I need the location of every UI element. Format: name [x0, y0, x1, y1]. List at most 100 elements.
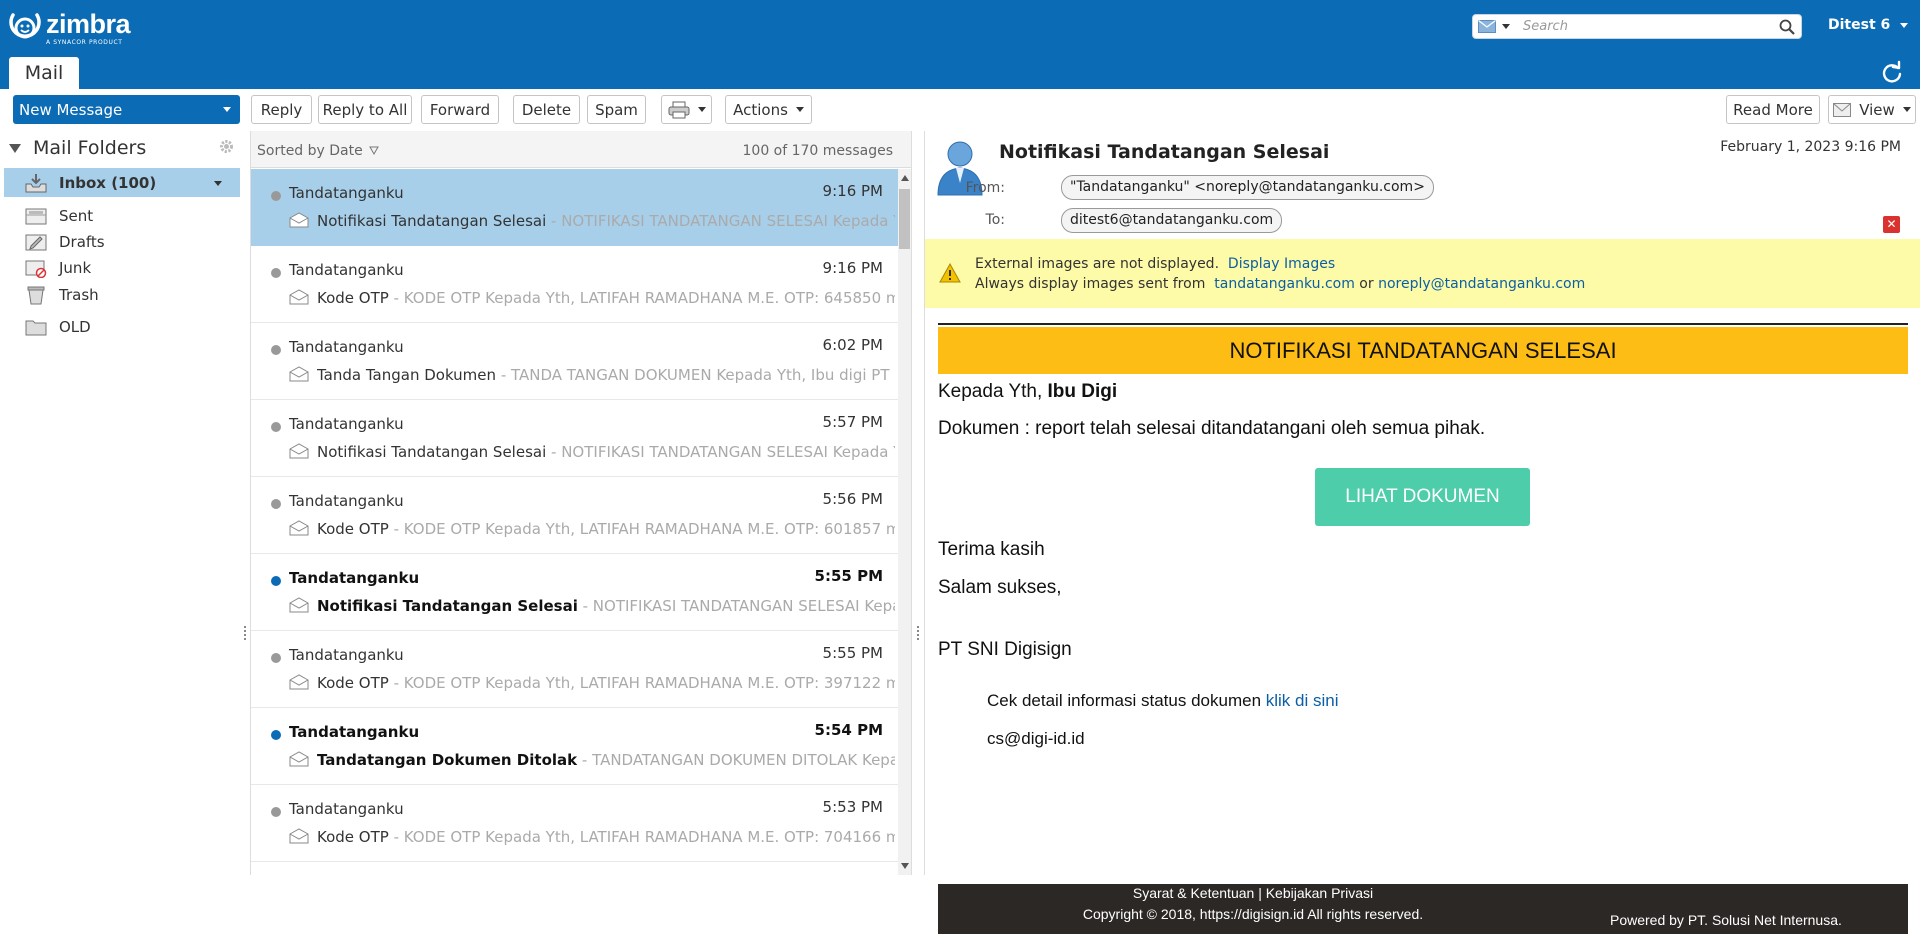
reply-button[interactable]: Reply	[251, 95, 312, 124]
to-address[interactable]: ditest6@tandatanganku.com	[1061, 208, 1283, 233]
refresh-icon[interactable]	[1880, 60, 1904, 84]
read-dot-icon[interactable]	[271, 345, 281, 355]
splitter-grip[interactable]	[917, 626, 919, 640]
message-time: 5:57 PM	[822, 413, 883, 431]
zimbra-logo[interactable]: zimbra A SYNACOR PRODUCT	[7, 11, 131, 51]
splitter-grip[interactable]	[244, 626, 246, 640]
always-display-domain-link[interactable]: tandatanganku.com	[1214, 276, 1355, 292]
scroll-up-arrow-icon[interactable]	[901, 175, 909, 181]
folder-trash[interactable]: Trash	[4, 280, 240, 309]
from-address[interactable]: "Tandatanganku" <noreply@tandatanganku.c…	[1061, 175, 1434, 200]
message-sender: Tandatanganku	[289, 415, 404, 433]
read-more-label: Read More	[1733, 100, 1813, 119]
spam-button[interactable]: Spam	[587, 95, 646, 124]
user-menu[interactable]: Ditest 6	[1828, 17, 1909, 33]
message-time: 9:16 PM	[822, 259, 883, 277]
message-time: 9:16 PM	[822, 182, 883, 200]
tab-mail[interactable]: Mail	[9, 57, 79, 90]
message-rows: Tandatanganku 9:16 PM Notifikasi Tandatang…	[251, 169, 898, 875]
unread-dot-icon[interactable]	[271, 730, 281, 740]
reply-all-button[interactable]: Reply to All	[318, 95, 412, 124]
print-button[interactable]	[661, 95, 712, 124]
read-dot-icon[interactable]	[271, 191, 281, 201]
close-notice-icon[interactable]: ✕	[1883, 216, 1900, 233]
footer-links[interactable]: Syarat & Ketentuan | Kebijakan Privasi	[938, 885, 1568, 901]
folder-old[interactable]: OLD	[4, 312, 240, 341]
forward-button[interactable]: Forward	[421, 95, 499, 124]
message-time: 5:55 PM	[814, 567, 883, 585]
read-dot-icon[interactable]	[271, 499, 281, 509]
right-splitter[interactable]	[914, 131, 922, 875]
folder-icon	[25, 317, 47, 337]
message-sender: Tandatanganku	[289, 800, 404, 818]
display-images-link[interactable]: Display Images	[1228, 256, 1335, 272]
read-more-button[interactable]: Read More	[1726, 95, 1820, 124]
search-icon[interactable]	[1779, 19, 1795, 35]
message-row[interactable]: Tandatanganku 5:54 PM Tandatangan Dokumen …	[251, 708, 898, 785]
warning-icon	[939, 263, 961, 283]
chevron-down-icon[interactable]	[223, 107, 231, 112]
email-footer: Syarat & Ketentuan | Kebijakan Privasi C…	[938, 884, 1908, 934]
message-row[interactable]: Tandatanganku 5:55 PM Kode OTP - KODE OTP …	[251, 631, 898, 708]
chevron-down-icon	[1902, 107, 1911, 112]
message-time: 5:53 PM	[822, 798, 883, 816]
sort-control[interactable]: Sorted by Date	[257, 143, 379, 159]
detail-link[interactable]: klik di sini	[1266, 691, 1339, 710]
search-input[interactable]	[1523, 17, 1773, 36]
search-box	[1472, 14, 1802, 39]
unread-dot-icon[interactable]	[271, 576, 281, 586]
scrollbar-thumb[interactable]	[899, 189, 910, 249]
view-button[interactable]: View	[1828, 95, 1916, 124]
folder-sent[interactable]: Sent	[4, 201, 240, 230]
support-email-link[interactable]: cs@digi-id.id	[987, 729, 1085, 749]
notice-text: Always display images sent from	[975, 276, 1206, 292]
folder-drafts[interactable]: Drafts	[4, 227, 240, 256]
envelope-icon	[289, 597, 309, 613]
read-dot-icon[interactable]	[271, 653, 281, 663]
message-row[interactable]: Tandatanganku 5:53 PM Kode OTP - KODE OTP …	[251, 785, 898, 862]
chevron-down-icon[interactable]	[214, 181, 222, 186]
chevron-down-icon	[697, 107, 706, 112]
folder-junk[interactable]: Junk	[4, 253, 240, 282]
message-time: 6:02 PM	[822, 336, 883, 354]
actions-button[interactable]: Actions	[725, 95, 812, 124]
folder-label: OLD	[59, 317, 91, 336]
message-row[interactable]: Tandatanganku 6:02 PM Tanda Tangan Dokumen…	[251, 323, 898, 400]
message-row[interactable]: Tandatanganku 5:57 PM Notifikasi Tandatang…	[251, 400, 898, 477]
message-preview: Kode OTP - KODE OTP Kepada Yth, LATIFAH …	[317, 828, 895, 846]
read-dot-icon[interactable]	[271, 422, 281, 432]
left-splitter[interactable]	[242, 131, 250, 875]
view-document-button[interactable]: LIHAT DOKUMEN	[1315, 468, 1530, 526]
read-dot-icon[interactable]	[271, 807, 281, 817]
message-fragment: - KODE OTP Kepada Yth, LATIFAH RAMADHANA…	[393, 674, 895, 692]
message-list-scrollbar[interactable]	[898, 169, 911, 875]
message-preview: Tandatangan Dokumen Ditolak - TANDATANGA…	[317, 751, 895, 769]
mail-folders-header[interactable]: Mail Folders	[9, 137, 146, 159]
message-row[interactable]: Tandatanganku 9:16 PM Kode OTP - KODE OTP …	[251, 246, 898, 323]
envelope-icon	[289, 443, 309, 459]
delete-button[interactable]: Delete	[513, 95, 580, 124]
external-images-notice: External images are not displayed. Displ…	[925, 239, 1920, 308]
scroll-down-arrow-icon[interactable]	[901, 863, 909, 869]
new-message-label: New Message	[19, 100, 123, 119]
message-row[interactable]: Tandatanganku 9:16 PM Notifikasi Tandatang…	[251, 169, 898, 246]
new-message-button[interactable]: New Message	[13, 95, 240, 124]
folder-label: Trash	[59, 285, 99, 304]
search-type-dropdown[interactable]	[1478, 20, 1510, 33]
message-row[interactable]: Tandatanganku 5:56 PM Kode OTP - KODE OTP …	[251, 477, 898, 554]
read-dot-icon[interactable]	[271, 268, 281, 278]
message-preview: Kode OTP - KODE OTP Kepada Yth, LATIFAH …	[317, 289, 895, 307]
message-fragment: - KODE OTP Kepada Yth, LATIFAH RAMADHANA…	[393, 520, 895, 538]
regards-line: Salam sukses,	[938, 577, 1062, 598]
collapse-triangle-icon[interactable]	[9, 143, 21, 153]
envelope-icon	[289, 289, 309, 305]
always-display-sender-link[interactable]: noreply@tandatanganku.com	[1378, 276, 1585, 292]
to-label: To:	[985, 212, 1005, 228]
sort-label: Sorted by Date	[257, 143, 363, 159]
gear-icon[interactable]	[218, 138, 235, 155]
footer-copyright: Copyright © 2018, https://digisign.id Al…	[1082, 906, 1424, 922]
document-line: Dokumen : report telah selesai ditandata…	[938, 418, 1486, 439]
folder-inbox[interactable]: Inbox (100)	[4, 168, 240, 197]
notification-banner: NOTIFIKASI TANDATANGAN SELESAI	[938, 327, 1908, 374]
message-row[interactable]: Tandatanganku 5:55 PM Notifikasi Tandatang…	[251, 554, 898, 631]
